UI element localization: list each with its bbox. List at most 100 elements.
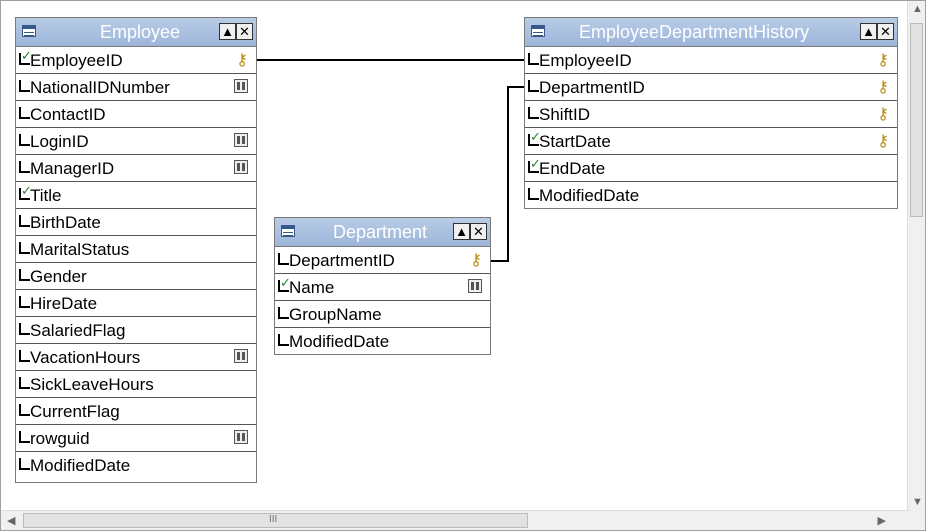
column-row[interactable]: ModifiedDate bbox=[525, 182, 897, 209]
column-checkbox[interactable] bbox=[528, 107, 539, 119]
column-checkbox[interactable] bbox=[19, 107, 30, 119]
scroll-grip: III bbox=[269, 514, 278, 525]
column-row[interactable]: EmployeeID ⚷ bbox=[16, 47, 256, 74]
column-checkbox[interactable] bbox=[278, 275, 291, 292]
column-name: Title bbox=[30, 186, 62, 205]
column-checkbox[interactable] bbox=[19, 350, 30, 362]
fulltext-icon bbox=[234, 430, 248, 444]
column-checkbox[interactable] bbox=[278, 253, 289, 265]
column-checkbox[interactable] bbox=[19, 134, 30, 146]
column-checkbox[interactable] bbox=[528, 80, 539, 92]
column-name: DepartmentID bbox=[539, 78, 645, 97]
column-row[interactable]: rowguid bbox=[16, 425, 256, 452]
column-row[interactable]: NationalIDNumber bbox=[16, 74, 256, 101]
vertical-scroll-thumb[interactable] bbox=[910, 23, 923, 217]
column-checkbox[interactable] bbox=[278, 334, 289, 346]
history-table[interactable]: EmployeeDepartmentHistory ▲ ✕ EmployeeID… bbox=[524, 17, 898, 209]
column-checkbox[interactable] bbox=[528, 53, 539, 65]
column-row[interactable]: EndDate bbox=[525, 155, 897, 182]
column-row[interactable]: BirthDate bbox=[16, 209, 256, 236]
history-table-titlebar[interactable]: EmployeeDepartmentHistory ▲ ✕ bbox=[525, 18, 897, 47]
fulltext-icon bbox=[234, 79, 248, 93]
horizontal-scrollbar[interactable]: ◀ III ▶ bbox=[1, 510, 910, 530]
column-name: BirthDate bbox=[30, 213, 101, 232]
column-checkbox[interactable] bbox=[19, 80, 30, 92]
scroll-down-icon[interactable]: ▼ bbox=[912, 496, 923, 508]
column-name: Gender bbox=[30, 267, 87, 286]
column-name: ManagerID bbox=[30, 159, 115, 178]
column-row[interactable]: ModifiedDate bbox=[16, 452, 256, 479]
column-checkbox[interactable] bbox=[19, 458, 30, 470]
scroll-up-icon[interactable]: ▲ bbox=[912, 3, 923, 15]
department-table-title: Department bbox=[333, 222, 428, 242]
column-checkbox[interactable] bbox=[19, 269, 30, 281]
column-checkbox[interactable] bbox=[19, 377, 30, 389]
column-name: EndDate bbox=[539, 159, 606, 178]
column-row[interactable]: ManagerID bbox=[16, 155, 256, 182]
department-table[interactable]: Department ▲ ✕ DepartmentID ⚷ Name GroupNam… bbox=[274, 217, 491, 355]
fulltext-icon bbox=[234, 133, 248, 147]
column-checkbox[interactable] bbox=[19, 183, 32, 200]
column-row[interactable]: ModifiedDate bbox=[275, 328, 490, 355]
column-name: ShiftID bbox=[539, 105, 591, 124]
column-row[interactable]: Name bbox=[275, 274, 490, 301]
column-checkbox[interactable] bbox=[19, 323, 30, 335]
close-button[interactable]: ✕ bbox=[877, 23, 894, 40]
column-checkbox[interactable] bbox=[19, 404, 30, 416]
column-row[interactable]: GroupName bbox=[275, 301, 490, 328]
key-icon: ⚷ bbox=[470, 252, 482, 269]
column-checkbox[interactable] bbox=[19, 431, 30, 443]
table-icon bbox=[281, 225, 295, 237]
column-row[interactable]: DepartmentID ⚷ bbox=[275, 247, 490, 274]
employee-table-title: Employee bbox=[100, 22, 181, 42]
key-icon: ⚷ bbox=[877, 106, 889, 123]
column-row[interactable]: EmployeeID ⚷ bbox=[525, 47, 897, 74]
table-icon bbox=[22, 25, 36, 37]
column-row[interactable]: SickLeaveHours bbox=[16, 371, 256, 398]
employee-table[interactable]: Employee ▲ ✕ EmployeeID ⚷ NationalIDNumber… bbox=[15, 17, 257, 483]
autosize-button[interactable]: ▲ bbox=[860, 23, 877, 40]
employee-table-titlebar[interactable]: Employee ▲ ✕ bbox=[16, 18, 256, 47]
column-row[interactable]: VacationHours bbox=[16, 344, 256, 371]
column-row[interactable]: StartDate ⚷ bbox=[525, 128, 897, 155]
column-checkbox[interactable] bbox=[19, 161, 30, 173]
horizontal-scroll-thumb[interactable]: III bbox=[23, 513, 528, 528]
autosize-button[interactable]: ▲ bbox=[219, 23, 236, 40]
column-row[interactable]: Gender bbox=[16, 263, 256, 290]
column-name: ModifiedDate bbox=[289, 332, 390, 351]
scrollbar-corner bbox=[908, 511, 925, 530]
column-checkbox[interactable] bbox=[528, 188, 539, 200]
fulltext-icon bbox=[234, 349, 248, 363]
column-checkbox[interactable] bbox=[528, 156, 541, 173]
scroll-right-icon[interactable]: ▶ bbox=[878, 514, 886, 527]
department-table-titlebar[interactable]: Department ▲ ✕ bbox=[275, 218, 490, 247]
column-name: HireDate bbox=[30, 294, 98, 313]
autosize-button[interactable]: ▲ bbox=[453, 223, 470, 240]
fulltext-icon bbox=[234, 160, 248, 174]
column-row[interactable]: SalariedFlag bbox=[16, 317, 256, 344]
vertical-scrollbar[interactable]: ▲ ▼ bbox=[907, 1, 925, 511]
column-row[interactable]: LoginID bbox=[16, 128, 256, 155]
column-row[interactable]: HireDate bbox=[16, 290, 256, 317]
fulltext-icon bbox=[468, 279, 482, 293]
close-button[interactable]: ✕ bbox=[470, 223, 487, 240]
column-name: ContactID bbox=[30, 105, 106, 124]
column-checkbox[interactable] bbox=[19, 242, 30, 254]
diagram-canvas[interactable]: Employee ▲ ✕ EmployeeID ⚷ NationalIDNumber… bbox=[0, 0, 926, 531]
column-checkbox[interactable] bbox=[19, 296, 30, 308]
column-row[interactable]: Title bbox=[16, 182, 256, 209]
column-name: NationalIDNumber bbox=[30, 78, 170, 97]
column-row[interactable]: CurrentFlag bbox=[16, 398, 256, 425]
column-checkbox[interactable] bbox=[528, 129, 541, 146]
column-name: LoginID bbox=[30, 132, 89, 151]
column-checkbox[interactable] bbox=[19, 48, 32, 65]
column-row[interactable]: DepartmentID ⚷ bbox=[525, 74, 897, 101]
close-button[interactable]: ✕ bbox=[236, 23, 253, 40]
column-row[interactable]: MaritalStatus bbox=[16, 236, 256, 263]
column-checkbox[interactable] bbox=[19, 215, 30, 227]
scroll-left-icon[interactable]: ◀ bbox=[7, 514, 15, 527]
column-checkbox[interactable] bbox=[278, 307, 289, 319]
column-row[interactable]: ContactID bbox=[16, 101, 256, 128]
column-row[interactable]: ShiftID ⚷ bbox=[525, 101, 897, 128]
column-name: StartDate bbox=[539, 132, 611, 151]
